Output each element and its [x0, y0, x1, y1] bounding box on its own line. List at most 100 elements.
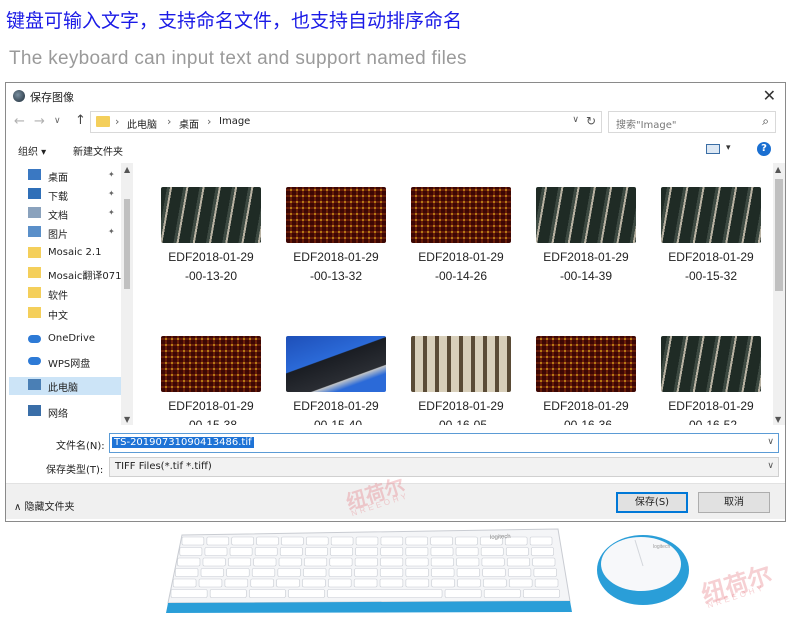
keyboard-key [483, 589, 521, 598]
up-arrow-icon[interactable]: ↑ [75, 113, 86, 128]
toolbar: 组织 ▾ 新建文件夹 ▾ ? [6, 139, 785, 161]
keyboard-key [288, 589, 325, 598]
file-thumbnail[interactable] [661, 336, 761, 392]
file-thumbnail[interactable] [536, 187, 636, 243]
breadcrumb-image[interactable]: Image [219, 116, 250, 127]
file-thumbnail[interactable] [286, 336, 386, 392]
save-image-dialog: 保存图像 ✕ ← → ∨ ↑ › 此电脑 › 桌面 › Image ∨ ↻ 搜索… [5, 82, 786, 522]
save-button[interactable]: 保存(S) [616, 492, 688, 513]
keyboard-key [327, 589, 443, 598]
breadcrumb-this-pc[interactable]: 此电脑 [127, 116, 157, 131]
refresh-icon[interactable]: ↻ [586, 114, 596, 128]
recent-locations-icon[interactable]: ∨ [54, 116, 61, 126]
scroll-down-icon[interactable]: ▼ [775, 415, 781, 424]
keyboard-key [354, 568, 378, 577]
file-item[interactable]: EDF2018-01-29 -00-14-39 [536, 187, 636, 286]
file-thumbnail[interactable] [536, 336, 636, 392]
keyboard-key [231, 536, 254, 546]
keyboard-key [531, 547, 554, 556]
breadcrumb-desktop[interactable]: 桌面 [179, 116, 199, 131]
keyboard-key [200, 568, 224, 577]
pin-icon[interactable]: ✦ [108, 170, 115, 179]
keyboard-key [534, 578, 559, 588]
file-thumbnail[interactable] [411, 187, 511, 243]
sidebar-item-label: 文档 [48, 211, 68, 222]
keyboard-key [170, 589, 208, 598]
keyboard-key [507, 568, 532, 577]
sidebar-item-label: 软件 [48, 291, 68, 302]
pin-icon[interactable]: ✦ [108, 208, 115, 217]
hide-folders-toggle[interactable]: ∧ 隐藏文件夹 [14, 498, 75, 513]
search-placeholder: 搜索"Image" [616, 120, 677, 131]
file-name: EDF2018-01-29 -00-14-26 [418, 250, 504, 283]
chevron-down-icon[interactable]: ∨ [767, 437, 774, 447]
keyboard-key [304, 557, 328, 567]
file-item[interactable]: EDF2018-01-29 -00-16-52 [661, 336, 761, 425]
nav-pane-scroll-thumb[interactable] [124, 199, 130, 289]
file-thumbnail[interactable] [661, 187, 761, 243]
keyboard-key [431, 568, 455, 577]
address-bar[interactable]: › 此电脑 › 桌面 › Image ∨ ↻ [90, 111, 602, 133]
filetype-label: 保存类型(T): [46, 465, 104, 476]
file-thumbnail[interactable] [161, 187, 261, 243]
keyboard-key [532, 557, 556, 567]
filename-input[interactable]: TS-20190731090413486.tif ∨ [109, 433, 779, 453]
search-input[interactable]: 搜索"Image" ⌕ [608, 111, 776, 133]
file-item[interactable]: EDF2018-01-29 -00-16-05 [411, 336, 511, 425]
file-name: EDF2018-01-29 -00-13-20 [168, 250, 254, 283]
folder-icon [28, 247, 41, 258]
keyboard-key [430, 547, 454, 556]
file-name: EDF2018-01-29 -00-15-32 [668, 250, 754, 283]
cancel-button[interactable]: 取消 [698, 492, 770, 513]
keyboard-key [249, 589, 286, 598]
close-icon[interactable]: ✕ [763, 86, 776, 105]
view-dropdown-icon[interactable]: ▾ [726, 143, 731, 153]
sidebar-item-10[interactable]: 此电脑 [9, 377, 121, 395]
filename-label: 文件名(N): [56, 441, 105, 452]
back-arrow-icon[interactable]: ← [14, 114, 25, 129]
organize-button[interactable]: 组织 ▾ [18, 143, 46, 158]
forward-arrow-icon[interactable]: → [34, 114, 45, 129]
keyboard-key [430, 536, 453, 546]
file-thumbnail[interactable] [161, 336, 261, 392]
view-options-icon[interactable] [706, 144, 720, 154]
file-list-scroll-thumb[interactable] [775, 179, 783, 291]
file-item[interactable]: EDF2018-01-29 -00-14-26 [411, 187, 511, 286]
keyboard-key [508, 578, 533, 588]
file-thumbnail[interactable] [286, 187, 386, 243]
address-dropdown-icon[interactable]: ∨ [572, 115, 579, 125]
keyboard-key [506, 557, 530, 567]
chevron-down-icon[interactable]: ∨ [767, 461, 774, 471]
file-item[interactable]: EDF2018-01-29 -00-15-40 [286, 336, 386, 425]
search-icon[interactable]: ⌕ [762, 114, 769, 129]
file-name: EDF2018-01-29 -00-16-52 [668, 399, 754, 425]
computer-icon [28, 379, 41, 390]
folder-icon [28, 307, 41, 318]
file-item[interactable]: EDF2018-01-29 -00-13-20 [161, 187, 261, 286]
filename-value[interactable]: TS-20190731090413486.tif [112, 437, 254, 448]
svg-text:logitech: logitech [490, 534, 511, 541]
keyboard-key [328, 568, 352, 577]
keyboard-image: logitech [166, 528, 572, 613]
file-item[interactable]: EDF2018-01-29 -00-16-36 [536, 336, 636, 425]
pin-icon[interactable]: ✦ [108, 189, 115, 198]
file-item[interactable]: EDF2018-01-29 -00-13-32 [286, 187, 386, 286]
help-icon[interactable]: ? [757, 142, 771, 156]
keyboard-key [330, 547, 353, 556]
headline-en: The keyboard can input text and support … [9, 48, 467, 69]
cloud-icon [28, 357, 41, 365]
new-folder-button[interactable]: 新建文件夹 [73, 143, 123, 158]
keyboard-key [202, 557, 226, 567]
scroll-up-icon[interactable]: ▲ [775, 165, 781, 174]
filetype-select[interactable]: TIFF Files(*.tif *.tiff) ∨ [109, 457, 779, 477]
keyboard-key [480, 547, 504, 556]
file-item[interactable]: EDF2018-01-29 -00-15-32 [661, 187, 761, 286]
sidebar-item-label: 中文 [48, 311, 68, 322]
filetype-value: TIFF Files(*.tif *.tiff) [115, 461, 212, 472]
file-thumbnail[interactable] [411, 336, 511, 392]
scroll-up-icon[interactable]: ▲ [124, 165, 130, 174]
keyboard-key [523, 589, 560, 598]
pin-icon[interactable]: ✦ [108, 227, 115, 236]
file-item[interactable]: EDF2018-01-29 -00-15-38 [161, 336, 261, 425]
scroll-down-icon[interactable]: ▼ [124, 415, 130, 424]
